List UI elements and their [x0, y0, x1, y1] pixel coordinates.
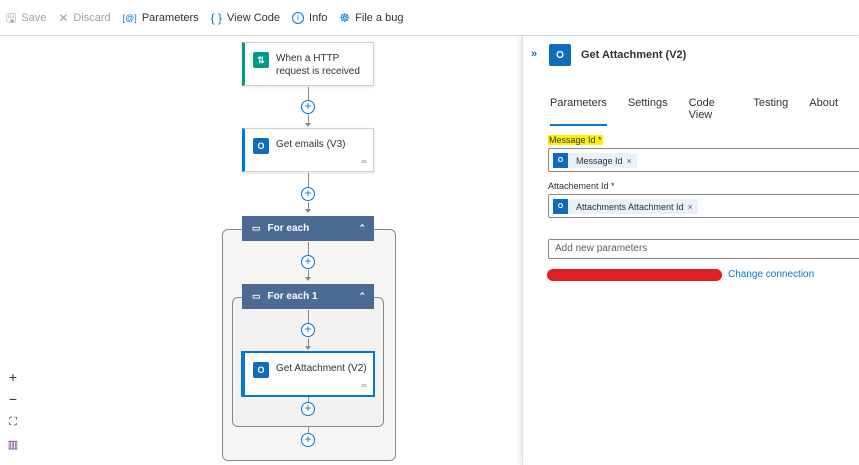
save-icon: 🖫 [6, 10, 17, 25]
attachment-id-label: Attachement Id * [548, 181, 615, 191]
tab-parameters[interactable]: Parameters [550, 97, 607, 126]
add-step-icon[interactable]: + [301, 187, 315, 201]
for-each-1-title: For each 1 [267, 291, 318, 302]
trigger-title: When a HTTP request is received [276, 53, 360, 77]
info-label: Info [309, 11, 328, 24]
discard-label: Discard [73, 11, 111, 24]
panel-title: Get Attachment (V2) [581, 49, 687, 61]
change-connection-link[interactable]: Change connection [728, 269, 814, 280]
add-step-icon[interactable]: + [301, 402, 315, 416]
zoom-out-icon[interactable]: − [4, 390, 22, 408]
remove-token-icon[interactable]: × [627, 156, 632, 166]
action-details-panel: » O Get Attachment (V2) Parameters Setti… [522, 36, 859, 465]
designer-toolbar: 🖫 Save ✕ Discard [@] Parameters { } View… [0, 0, 859, 36]
link-icon: ∞ [361, 381, 367, 390]
parameters-button[interactable]: [@] Parameters [123, 12, 199, 24]
chevron-up-icon[interactable]: ⌃ [358, 291, 366, 302]
save-button[interactable]: 🖫 Save [6, 12, 46, 24]
collapse-panel-icon[interactable]: » [531, 48, 537, 60]
add-step-icon[interactable]: + [301, 255, 315, 269]
outlook-icon: O [253, 138, 269, 154]
arrow-down-icon [305, 277, 311, 281]
add-step-icon[interactable]: + [301, 323, 315, 337]
chevron-up-icon[interactable]: ⌃ [358, 223, 366, 234]
trigger-card[interactable]: ⇅ When a HTTP request is received [242, 42, 374, 86]
link-icon: ∞ [361, 157, 367, 166]
parameters-icon: [@] [122, 12, 137, 23]
message-id-token-label: Message Id [576, 155, 623, 166]
tab-settings[interactable]: Settings [628, 97, 668, 126]
fit-view-icon[interactable]: ⛶ [4, 413, 22, 431]
loop-icon: ▭ [252, 223, 261, 233]
minimap-icon[interactable]: ▥ [4, 436, 22, 454]
add-new-parameters-dropdown[interactable]: Add new parameters [548, 239, 859, 259]
save-label: Save [21, 11, 47, 24]
message-id-token: O Message Id × [553, 153, 637, 168]
message-id-field[interactable]: O Message Id × [548, 148, 859, 172]
arrow-down-icon [305, 123, 311, 127]
bug-icon: ☸ [339, 10, 351, 25]
panel-tabs: Parameters Settings Code View Testing Ab… [550, 97, 859, 126]
outlook-icon: O [549, 44, 571, 66]
arrow-down-icon [305, 346, 311, 350]
connector-line [308, 173, 309, 187]
info-button[interactable]: i Info [292, 11, 328, 24]
outlook-icon: O [553, 199, 568, 214]
attachment-id-token-label: Attachments Attachment Id [576, 201, 684, 212]
message-id-label: Message Id * [548, 135, 603, 145]
attachment-id-field[interactable]: O Attachments Attachment Id × [548, 194, 859, 218]
for-each-1-header[interactable]: ▭ For each 1 ⌃ [242, 284, 374, 309]
designer-canvas[interactable]: ⇅ When a HTTP request is received + O Ge… [0, 36, 522, 465]
view-code-label: View Code [227, 11, 281, 24]
close-icon: ✕ [58, 10, 69, 25]
tab-testing[interactable]: Testing [753, 97, 788, 126]
discard-button[interactable]: ✕ Discard [58, 12, 110, 24]
add-step-icon[interactable]: + [301, 100, 315, 114]
tab-about[interactable]: About [809, 97, 838, 126]
arrow-down-icon [305, 209, 311, 213]
file-bug-button[interactable]: ☸ File a bug [339, 12, 403, 24]
loop-icon: ▭ [252, 291, 261, 301]
info-icon: i [292, 11, 305, 24]
outlook-icon: O [253, 362, 269, 378]
tab-code-view[interactable]: Code View [689, 97, 733, 126]
remove-token-icon[interactable]: × [688, 202, 693, 212]
get-emails-card[interactable]: O Get emails (V3) ∞ [242, 128, 374, 172]
add-step-icon[interactable]: + [301, 433, 315, 447]
braces-icon: { } [210, 10, 223, 25]
outlook-icon: O [553, 153, 568, 168]
view-code-button[interactable]: { } View Code [211, 12, 280, 24]
file-bug-label: File a bug [355, 11, 404, 24]
for-each-header[interactable]: ▭ For each ⌃ [242, 216, 374, 241]
http-request-icon: ⇅ [253, 52, 269, 68]
get-attachment-card[interactable]: O Get Attachment (V2) ∞ [242, 352, 374, 396]
redacted-connection [547, 269, 722, 281]
get-emails-title: Get emails (V3) [276, 139, 346, 150]
parameters-label: Parameters [141, 11, 199, 24]
attachment-id-token: O Attachments Attachment Id × [553, 199, 698, 214]
get-attachment-title: Get Attachment (V2) [276, 363, 367, 374]
for-each-title: For each [267, 223, 310, 234]
zoom-in-icon[interactable]: + [4, 368, 22, 386]
